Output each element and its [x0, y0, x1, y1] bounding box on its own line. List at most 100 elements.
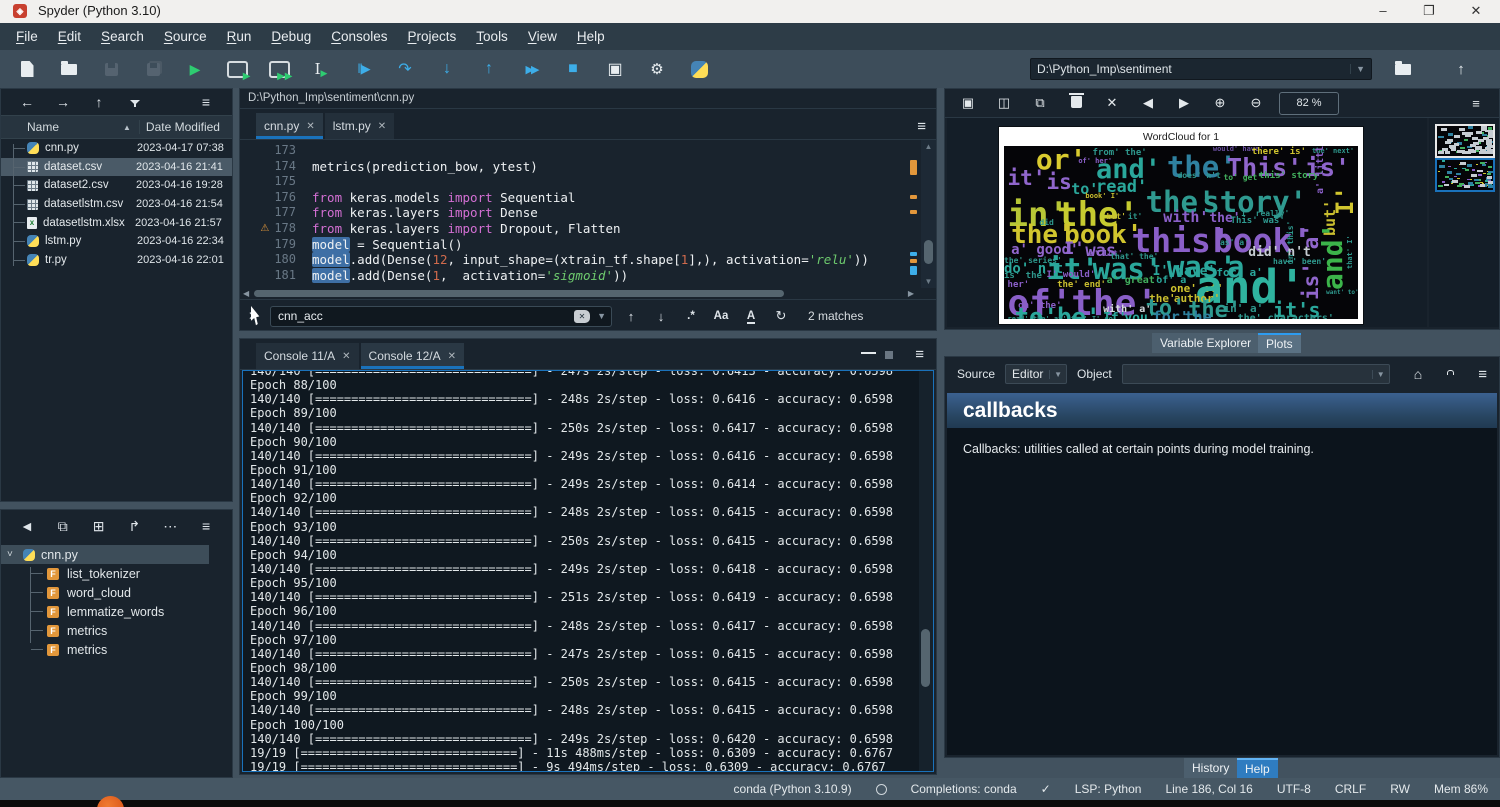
- code-editor[interactable]: 173174175176177⚠178179180181 metrics(pre…: [240, 140, 936, 288]
- scrollbar-thumb[interactable]: [254, 290, 784, 297]
- status-interpreter[interactable]: conda (Python 3.10.9): [734, 782, 852, 796]
- column-name[interactable]: Name: [1, 120, 123, 134]
- regex-toggle-button[interactable]: .*: [680, 310, 702, 322]
- scroll-up-icon[interactable]: ▲: [921, 142, 936, 151]
- scroll-left-icon[interactable]: ◀: [243, 288, 249, 299]
- outline-item-list_tokenizer[interactable]: Flist_tokenizer: [1, 564, 232, 583]
- editor-horizontal-scrollbar[interactable]: ◀ ▶: [240, 288, 936, 300]
- scroll-down-icon[interactable]: ▼: [921, 277, 936, 286]
- tab-help[interactable]: Help: [1237, 758, 1278, 778]
- help-options-button[interactable]: ≡: [1478, 366, 1487, 383]
- file-row-cnn.py[interactable]: cnn.py2023-04-17 07:38: [1, 139, 232, 158]
- save-plot-button[interactable]: ▣: [955, 95, 981, 111]
- scrollbar-thumb[interactable]: [924, 240, 933, 264]
- column-date-modified[interactable]: Date Modified: [139, 120, 232, 134]
- browse-directory-button[interactable]: [1388, 57, 1418, 81]
- close-all-plots-button[interactable]: ✕: [1099, 95, 1125, 111]
- file-row-tr.py[interactable]: tr.py2023-04-16 22:01: [1, 251, 232, 270]
- save-all-button[interactable]: [138, 57, 168, 81]
- tab-cnn-py[interactable]: cnn.py ✕: [256, 113, 323, 139]
- menu-file[interactable]: File: [6, 29, 48, 44]
- chevron-down-icon[interactable]: ˅: [7, 549, 23, 560]
- copy-plot-button[interactable]: ⧉: [1027, 95, 1053, 111]
- debug-rerun-button[interactable]: ↷: [390, 57, 420, 81]
- outline-options-button[interactable]: ≡: [188, 518, 224, 534]
- menu-edit[interactable]: Edit: [48, 29, 91, 44]
- whole-word-toggle-button[interactable]: A: [740, 310, 762, 322]
- close-tab-icon[interactable]: ✕: [306, 121, 314, 132]
- find-clear-icon[interactable]: ✕: [574, 310, 590, 323]
- figure[interactable]: WordCloud for 1 or'of' her'from' the'wou…: [999, 127, 1363, 324]
- find-previous-button[interactable]: ↑: [620, 309, 642, 324]
- interrupt-kernel-button[interactable]: [885, 351, 893, 359]
- step-out-button[interactable]: ↑: [474, 57, 504, 81]
- close-button[interactable]: ✕: [1459, 0, 1493, 23]
- step-into-button[interactable]: ↓: [432, 57, 462, 81]
- plots-options-button[interactable]: ≡: [1463, 96, 1489, 111]
- remove-plot-button[interactable]: [1063, 96, 1089, 111]
- source-combo[interactable]: Editor ▼: [1005, 364, 1067, 384]
- close-tab-icon[interactable]: ✕: [342, 351, 350, 362]
- preferences-button[interactable]: ⚙: [642, 57, 672, 81]
- run-cell-button[interactable]: ▶: [222, 57, 252, 81]
- outline-root-item[interactable]: ˅ cnn.py: [1, 545, 209, 564]
- menu-projects[interactable]: Projects: [398, 29, 467, 44]
- debug-continue-button[interactable]: ▶▶: [516, 57, 546, 81]
- tab-plots[interactable]: Plots: [1258, 333, 1301, 353]
- console-scrollbar[interactable]: [919, 371, 933, 771]
- tab-lstm-py[interactable]: lstm.py ✕: [325, 113, 394, 139]
- tab-variable-explorer[interactable]: Variable Explorer: [1152, 333, 1259, 353]
- debug-file-button[interactable]: ‖▶: [348, 57, 378, 81]
- object-combo[interactable]: ▼: [1122, 364, 1390, 384]
- outline-item-word_cloud[interactable]: Fword_cloud: [1, 583, 232, 602]
- case-sensitive-toggle-button[interactable]: Aa: [710, 310, 732, 322]
- tab-history[interactable]: History: [1184, 758, 1237, 778]
- zoom-out-button[interactable]: ⊖: [1243, 95, 1269, 111]
- outline-expand-button[interactable]: ⊞: [81, 518, 117, 535]
- file-row-datasetlstm.csv[interactable]: datasetlstm.csv2023-04-16 21:54: [1, 195, 232, 214]
- working-directory-combo[interactable]: D:\Python_Imp\sentiment ▼: [1030, 58, 1372, 80]
- status-lsp[interactable]: LSP: Python: [1075, 782, 1142, 796]
- save-button[interactable]: [96, 57, 126, 81]
- files-up-button[interactable]: ↑: [81, 94, 117, 110]
- outline-follow-button[interactable]: ↱: [116, 518, 152, 535]
- plot-thumbnail-1[interactable]: [1435, 124, 1495, 158]
- save-all-plots-button[interactable]: ◫: [991, 95, 1017, 111]
- files-options-button[interactable]: ≡: [188, 94, 224, 110]
- menu-help[interactable]: Help: [567, 29, 615, 44]
- menu-run[interactable]: Run: [217, 29, 262, 44]
- restore-button[interactable]: ❐: [1412, 0, 1446, 23]
- close-tab-icon[interactable]: ✕: [448, 351, 456, 362]
- refresh-search-button[interactable]: ↻: [770, 308, 792, 324]
- find-input[interactable]: [270, 306, 612, 327]
- menu-debug[interactable]: Debug: [261, 29, 321, 44]
- help-home-button[interactable]: ⌂: [1414, 366, 1422, 382]
- find-next-button[interactable]: ↓: [650, 309, 672, 324]
- tab-console-12a[interactable]: Console 12/A ✕: [361, 343, 464, 369]
- zoom-in-button[interactable]: ⊕: [1207, 95, 1233, 111]
- run-selection-button[interactable]: I▶: [306, 57, 336, 81]
- files-filter-button[interactable]: [117, 94, 153, 110]
- plot-thumbnail-2-selected[interactable]: [1435, 158, 1495, 192]
- status-completions[interactable]: Completions: conda: [911, 782, 1017, 796]
- combo-caret-icon[interactable]: ▼: [1372, 370, 1389, 379]
- previous-plot-button[interactable]: ◀: [1135, 95, 1161, 111]
- scrollbar-thumb[interactable]: [921, 629, 930, 687]
- outline-more-button[interactable]: ⋯: [152, 518, 188, 535]
- close-tab-icon[interactable]: ✕: [378, 121, 386, 132]
- scroll-right-icon[interactable]: ▶: [908, 288, 914, 299]
- menu-source[interactable]: Source: [154, 29, 217, 44]
- maximize-pane-button[interactable]: ▣: [600, 57, 630, 81]
- menu-view[interactable]: View: [518, 29, 567, 44]
- find-history-caret-icon[interactable]: ▼: [597, 311, 606, 321]
- outline-item-metrics[interactable]: Fmetrics: [1, 640, 232, 659]
- next-plot-button[interactable]: ▶: [1171, 95, 1197, 111]
- menu-consoles[interactable]: Consoles: [321, 29, 397, 44]
- file-row-dataset.csv[interactable]: dataset.csv2023-04-16 21:41: [1, 158, 232, 177]
- editor-options-button[interactable]: ≡: [917, 118, 926, 135]
- file-row-dataset2.csv[interactable]: dataset2.csv2023-04-16 19:28: [1, 176, 232, 195]
- minimize-button[interactable]: –: [1366, 0, 1400, 23]
- new-file-button[interactable]: [12, 57, 42, 81]
- run-cell-advance-button[interactable]: ▶▶: [264, 57, 294, 81]
- console-options-button[interactable]: ≡: [915, 346, 924, 363]
